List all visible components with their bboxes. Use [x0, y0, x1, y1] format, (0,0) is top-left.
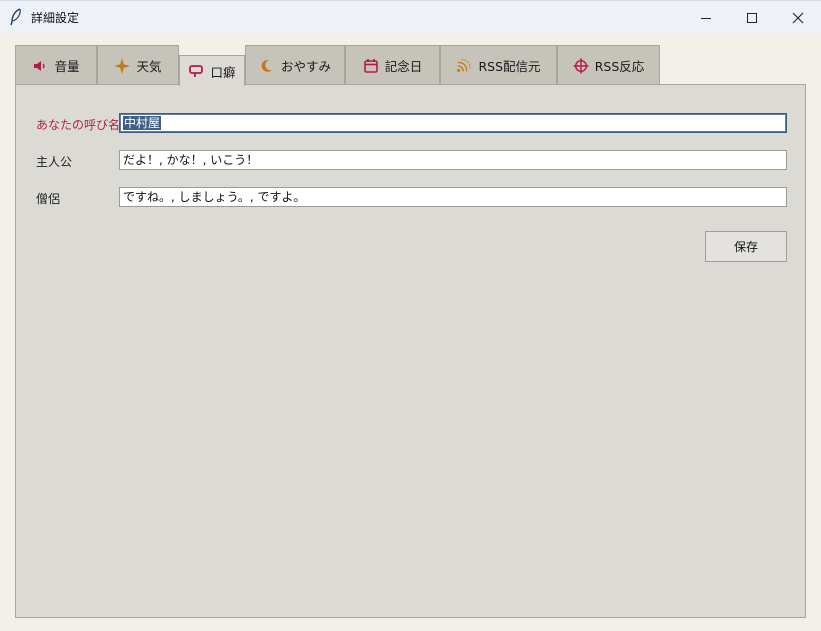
tab-volume[interactable]: 音量 — [15, 45, 97, 85]
hero-label: 主人公 — [36, 155, 73, 169]
crosshair-icon — [573, 57, 589, 74]
priest-input[interactable]: ですね。, しましょう。, ですよ。 — [119, 187, 787, 207]
tab-label: 記念日 — [384, 59, 423, 74]
tab-weather[interactable]: 天気 — [97, 45, 179, 85]
catchphrase-panel: あなたの呼び名 中村屋 主人公 だよ！, かな！, いこう！ 僧侶 ですね。, … — [15, 84, 806, 618]
maximize-icon — [747, 12, 757, 23]
minimize-icon — [701, 17, 711, 19]
speaker-icon — [32, 58, 48, 74]
nickname-label: あなたの呼び名 — [36, 118, 121, 132]
window-title: 詳細設定 — [31, 11, 80, 25]
calendar-icon — [363, 58, 379, 74]
nickname-input[interactable]: 中村屋 — [119, 113, 787, 133]
tab-label: RSS配信元 — [478, 59, 541, 74]
nickname-value: 中村屋 — [123, 116, 162, 130]
tab-rss-reaction[interactable]: RSS反応 — [557, 45, 660, 85]
priest-value: ですね。, しましょう。, ですよ。 — [123, 190, 306, 204]
tab-sleep[interactable]: おやすみ — [245, 45, 345, 85]
moon-icon — [259, 58, 275, 74]
tab-anniversary[interactable]: 記念日 — [345, 45, 440, 85]
tab-label: 口癖 — [210, 64, 236, 80]
maximize-button[interactable] — [729, 1, 775, 34]
close-icon — [792, 12, 804, 23]
speech-bubble-icon — [188, 63, 204, 79]
tab-catchphrase[interactable]: 口癖 — [179, 55, 245, 86]
tab-label: 音量 — [54, 59, 80, 74]
tab-label: RSS反応 — [594, 59, 645, 74]
sun-icon — [114, 57, 131, 74]
close-button[interactable] — [775, 1, 821, 34]
hero-input[interactable]: だよ！, かな！, いこう！ — [119, 150, 787, 170]
priest-label: 僧侶 — [36, 192, 61, 206]
rss-feed-icon — [456, 58, 472, 74]
save-button[interactable]: 保存 — [705, 231, 787, 262]
feather-icon — [9, 8, 23, 26]
title-bar: 詳細設定 — [0, 0, 821, 33]
minimize-button[interactable] — [683, 1, 729, 34]
hero-value: だよ！, かな！, いこう！ — [123, 153, 259, 167]
tab-label: 天気 — [136, 59, 162, 74]
tab-rss-source[interactable]: RSS配信元 — [440, 45, 557, 85]
tab-label: おやすみ — [280, 59, 331, 74]
